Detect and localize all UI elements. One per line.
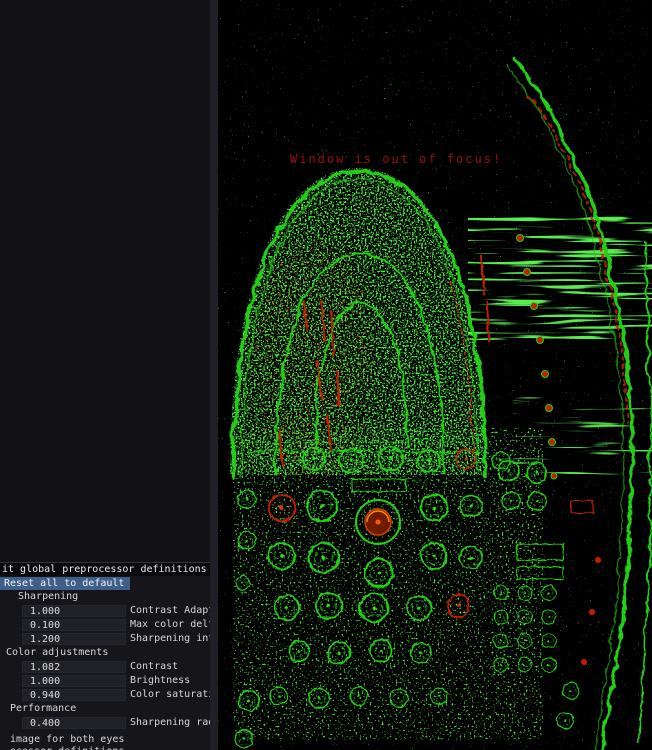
- setting-row: 1.082 Contrast: [0, 660, 210, 674]
- reset-all-to-default-button[interactable]: Reset all to default: [0, 577, 130, 590]
- left-column: it global preprocessor definitions Reset…: [0, 0, 218, 750]
- max-color-delta-value[interactable]: 0.100: [22, 619, 126, 631]
- both-eyes-option[interactable]: image for both eyes: [0, 734, 210, 746]
- sharpening-radius-label: Sharpening radi: [130, 717, 210, 728]
- edit-preprocessor-definitions-button[interactable]: it global preprocessor definitions: [0, 563, 210, 576]
- contrast-adaptation-value[interactable]: 1.000: [22, 605, 126, 617]
- sharpening-intensity-value[interactable]: 1.200: [22, 633, 126, 645]
- preprocessor-definitions-option[interactable]: ocessor definitions: [0, 746, 210, 750]
- empty-desktop-area: [0, 0, 210, 562]
- setting-row: 1.200 Sharpening inte: [0, 632, 210, 646]
- contrast-adaptation-label: Contrast Adapta: [130, 605, 210, 616]
- brightness-value[interactable]: 1.000: [22, 675, 126, 687]
- color-saturation-value[interactable]: 0.940: [22, 689, 126, 701]
- window-edge-strip: [210, 0, 218, 750]
- contrast-value[interactable]: 1.082: [22, 661, 126, 673]
- setting-row: 1.000 Brightness: [0, 674, 210, 688]
- section-performance[interactable]: Performance: [0, 702, 210, 716]
- cockpit-edge-render: Window is out of focus!: [218, 0, 652, 750]
- max-color-delta-label: Max color delta: [130, 619, 210, 630]
- focus-warning-text: Window is out of focus!: [290, 152, 502, 166]
- reshade-settings-panel: it global preprocessor definitions Reset…: [0, 562, 210, 750]
- sharpening-radius-value[interactable]: 0.400: [22, 717, 126, 729]
- section-color-adjustments[interactable]: Color adjustments: [0, 646, 210, 660]
- setting-row: 0.100 Max color delta: [0, 618, 210, 632]
- contrast-label: Contrast: [130, 661, 179, 672]
- sharpening-intensity-label: Sharpening inte: [130, 633, 210, 644]
- setting-row: 0.940 Color saturatio: [0, 688, 210, 702]
- screen: it global preprocessor definitions Reset…: [0, 0, 652, 750]
- color-saturation-label: Color saturatio: [130, 689, 210, 700]
- setting-row: 0.400 Sharpening radi: [0, 716, 210, 730]
- section-sharpening[interactable]: Sharpening: [0, 590, 210, 604]
- setting-row: 1.000 Contrast Adapta: [0, 604, 210, 618]
- brightness-label: Brightness: [130, 675, 191, 686]
- game-viewport[interactable]: Window is out of focus!: [218, 0, 652, 750]
